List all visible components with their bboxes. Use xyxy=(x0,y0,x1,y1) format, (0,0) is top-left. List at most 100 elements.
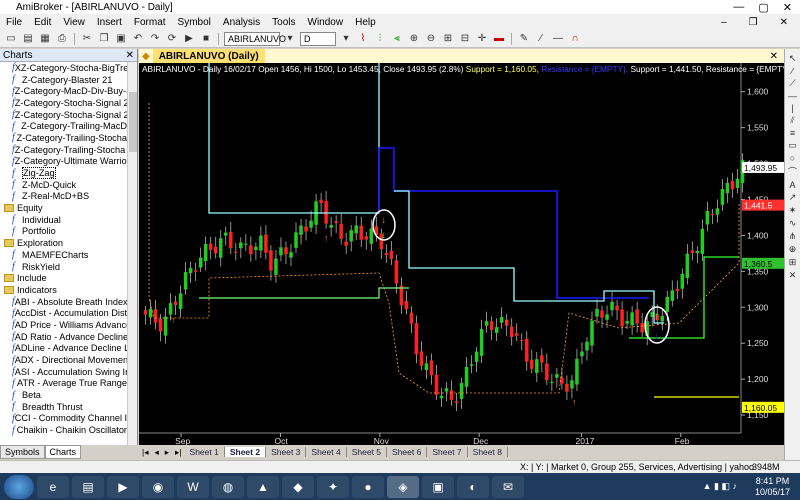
arrow-tool-icon[interactable]: ↗ xyxy=(789,192,797,203)
layout-icon[interactable]: ⊟ xyxy=(458,32,472,46)
maximize-button[interactable]: ▢ xyxy=(758,1,768,14)
zoom-tool-icon[interactable]: ⊕ xyxy=(789,244,797,255)
charts-scrollbar[interactable] xyxy=(127,62,137,445)
app-icon[interactable]: ● xyxy=(352,475,384,498)
app-icon[interactable]: ▲ xyxy=(247,475,279,498)
chevron-down-icon[interactable]: ▾ xyxy=(339,32,353,46)
minimize-button[interactable]: — xyxy=(733,1,744,14)
line-tool-icon[interactable]: ∕ xyxy=(792,66,794,76)
menu-view[interactable]: View xyxy=(57,17,91,28)
chart-canvas[interactable]: 1,1501,2001,2501,3001,3501,4001,4501,500… xyxy=(139,63,784,445)
play-icon[interactable]: ▶ xyxy=(182,32,196,46)
sheet-tab[interactable]: Sheet 6 xyxy=(387,447,428,457)
undo-icon[interactable]: ↶ xyxy=(131,32,145,46)
tray-icons[interactable]: ▲ ▮ ◧ ♪ xyxy=(703,481,737,491)
fib-tool-icon[interactable]: ≡ xyxy=(790,128,795,138)
menu-file[interactable]: File xyxy=(0,17,28,28)
tree-formula-item[interactable]: f Chaikin - Chaikin Oscillator xyxy=(0,424,127,436)
tree-formula-item[interactable]: f Z-Category-Stocha-Signal 2 1 xyxy=(0,109,127,121)
app-icon[interactable]: ◐ xyxy=(457,475,489,498)
tree-formula-item[interactable]: fASI - Accumulation Swing Inde xyxy=(0,366,127,378)
tree-formula-item[interactable]: fADX - Directional Movement In xyxy=(0,354,127,366)
chart-tab[interactable]: ABIRLANUVO (Daily) xyxy=(152,49,265,63)
cycle-tool-icon[interactable]: ∿ xyxy=(789,218,797,229)
next-sheet-icon[interactable]: ▸ xyxy=(162,447,172,458)
tree-formula-item[interactable]: f Individual xyxy=(0,214,127,226)
horizontal-line-icon[interactable]: — xyxy=(551,32,565,46)
tree-formula-item[interactable]: f XZ-Category-Stocha-BigTrend xyxy=(0,62,127,74)
cursor-icon[interactable]: ↖ xyxy=(789,53,797,64)
hline-tool-icon[interactable]: — xyxy=(788,91,797,101)
menu-analysis[interactable]: Analysis xyxy=(217,17,266,28)
ie-icon[interactable]: e xyxy=(37,475,69,498)
ray-tool-icon[interactable]: ⟋ xyxy=(789,78,795,89)
tree-formula-item[interactable]: f Z-Category-Trailing-Stocha 2 xyxy=(0,144,127,156)
grid-tool-icon[interactable]: ⊞ xyxy=(789,257,797,268)
tree-formula-item[interactable]: f ABI - Absolute Breath Index xyxy=(0,296,127,308)
tree-formula-item[interactable]: f Z-Category-MacD-Div-Buy-Sel xyxy=(0,85,127,97)
tree-folder[interactable]: Indicators xyxy=(0,284,127,296)
sheet-tab[interactable]: Sheet 8 xyxy=(468,447,508,457)
menu-symbol[interactable]: Symbol xyxy=(172,17,217,28)
tree-folder[interactable]: Equity xyxy=(0,202,127,214)
tree-formula-item[interactable]: f Beta xyxy=(0,389,127,401)
tree-formula-item[interactable]: f Z-Category-Trailing-Stocha xyxy=(0,132,127,144)
chevron-down-icon[interactable]: ▾ xyxy=(283,32,297,46)
folder-icon[interactable]: ▤ xyxy=(72,475,104,498)
tree-formula-item[interactable]: f CCI - Commodity Channel Ind xyxy=(0,413,127,425)
delete-tool-icon[interactable]: ✕ xyxy=(789,270,797,281)
sheet-tab[interactable]: Sheet 3 xyxy=(266,447,307,457)
text-tool-icon[interactable]: A xyxy=(789,180,795,190)
menu-help[interactable]: Help xyxy=(349,17,382,28)
app-icon[interactable]: ✦ xyxy=(317,475,349,498)
tab-symbols[interactable]: Symbols xyxy=(0,445,45,459)
tree-formula-item[interactable]: f Z-McD-Quick xyxy=(0,179,127,191)
new-icon[interactable]: ▭ xyxy=(4,32,18,46)
tree-formula-item[interactable]: f Breadth Thrust xyxy=(0,401,127,413)
last-sheet-icon[interactable]: ▸| xyxy=(172,447,184,458)
print-icon[interactable]: ⎙ xyxy=(55,32,69,46)
tree-formula-item[interactable]: f Z-Category-Stocha-Signal 2 xyxy=(0,97,127,109)
tree-folder[interactable]: Include xyxy=(0,272,127,284)
redo-icon[interactable]: ↷ xyxy=(148,32,162,46)
app-icon[interactable]: ▣ xyxy=(422,475,454,498)
first-sheet-icon[interactable]: |◂ xyxy=(139,447,151,458)
app-icon[interactable]: ◆ xyxy=(282,475,314,498)
grid-icon[interactable]: ⊞ xyxy=(441,32,455,46)
chart-type-icon[interactable]: ⌇ xyxy=(356,32,370,46)
save-icon[interactable]: ▦ xyxy=(38,32,52,46)
tree-formula-item[interactable]: f Portfolio xyxy=(0,226,127,238)
close-icon[interactable]: ✕ xyxy=(126,50,137,61)
bar-chart-icon[interactable]: ⫶ xyxy=(373,32,387,46)
menu-insert[interactable]: Insert xyxy=(91,17,128,28)
zoom-in-icon[interactable]: ⊕ xyxy=(407,32,421,46)
media-icon[interactable]: ▶ xyxy=(107,475,139,498)
interval-selector[interactable]: D xyxy=(300,31,336,46)
channel-tool-icon[interactable]: ⫽ xyxy=(790,115,794,126)
rect-tool-icon[interactable]: ▭ xyxy=(788,140,797,151)
cut-icon[interactable]: ✂ xyxy=(80,32,94,46)
stop-icon[interactable]: ■ xyxy=(199,32,213,46)
chrome-icon[interactable]: ◉ xyxy=(142,475,174,498)
scrollbar-thumb[interactable] xyxy=(129,92,137,152)
app-icon[interactable]: ✉ xyxy=(492,475,524,498)
menu-edit[interactable]: Edit xyxy=(28,17,57,28)
refresh-icon[interactable]: ⟳ xyxy=(165,32,179,46)
arc-tool-icon[interactable]: ⌒ xyxy=(788,165,797,178)
firefox-icon[interactable]: ◍ xyxy=(212,475,244,498)
crosshair-icon[interactable]: ✛ xyxy=(475,32,489,46)
child-minimize-button[interactable]: – xyxy=(715,17,733,28)
tree-formula-item[interactable]: f AccDist - Accumulation Distrib xyxy=(0,307,127,319)
tree-formula-item[interactable]: f Z-Category-Blaster 21 xyxy=(0,74,127,86)
symbol-selector[interactable]: ABIRLANUVO xyxy=(224,31,286,46)
tree-formula-item[interactable]: fAD Ratio - Advance Decline Ra xyxy=(0,331,127,343)
sheet-tab[interactable]: Sheet 7 xyxy=(427,447,468,457)
gann-tool-icon[interactable]: ✶ xyxy=(789,205,797,216)
tree-formula-item[interactable]: f Z-Category-Trailing-MacD xyxy=(0,120,127,132)
menu-window[interactable]: Window xyxy=(302,17,350,28)
amibroker-taskbar-icon[interactable]: ◈ xyxy=(387,475,419,498)
price-chart[interactable]: 1,1501,2001,2501,3001,3501,4001,4501,500… xyxy=(139,63,784,445)
trendline-icon[interactable]: ∕ xyxy=(534,32,548,46)
tree-formula-item[interactable]: f Zig-Zag xyxy=(0,167,127,180)
tree-formula-item[interactable]: f Z-Category-Ultimate Warrior 1 xyxy=(0,156,127,168)
